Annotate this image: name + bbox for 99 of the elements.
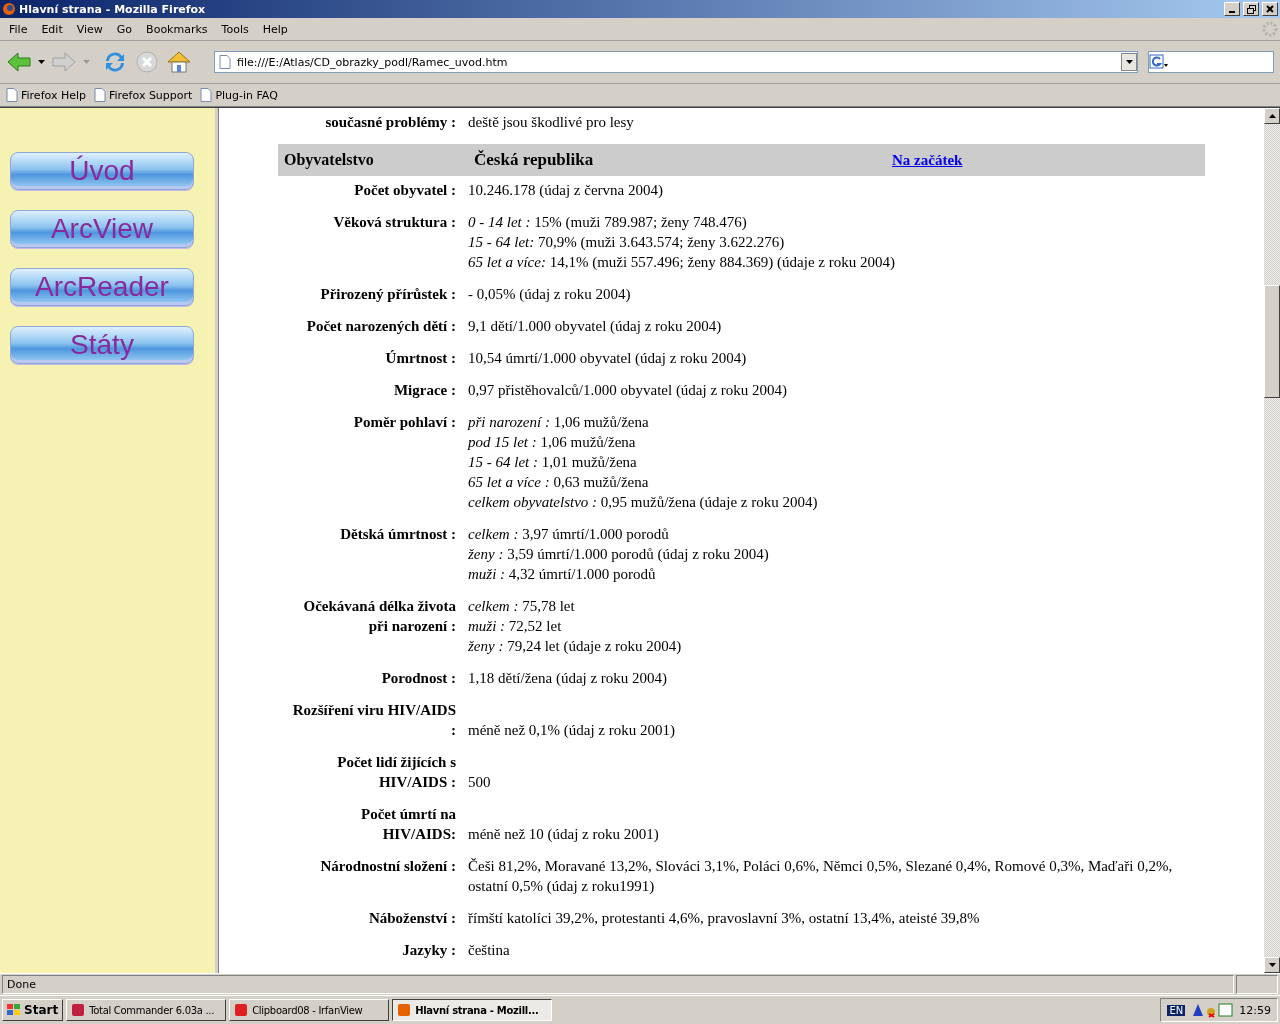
dropdown-button[interactable] [1121,53,1137,71]
field-value: 10.246.178 (údaj z června 2004) [468,181,664,200]
search-field[interactable] [1148,51,1274,73]
minimize-button[interactable] [1224,2,1240,16]
search-engine-icon[interactable] [1149,54,1169,70]
home-button[interactable] [166,50,192,74]
field-label: Jazyky : [401,941,456,960]
field-label: současné problémy : [324,113,456,132]
down-arrow-icon [1268,963,1276,967]
bookmark-link[interactable]: Firefox Support [94,88,193,102]
field-value: pod 15 let : 1,06 mužů/žena [468,433,637,452]
close-button[interactable] [1262,2,1278,16]
field-value: celkem : 75,78 let [468,597,576,616]
restore-button[interactable] [1243,2,1259,16]
field-value: ostatní 0,5% (údaj z roku1991) [468,877,656,896]
menu-item[interactable]: View [69,22,110,36]
menu-item[interactable]: Go [109,22,140,36]
restore-icon [1246,4,1256,14]
scroll-up-button[interactable] [1264,108,1280,124]
up-arrow-icon [1268,114,1276,118]
clock: 12:59 [1239,1003,1271,1017]
menu-item[interactable]: Bookmarks [139,22,215,36]
bookmark-link[interactable]: Firefox Help [6,88,86,102]
status-panel [1236,975,1278,994]
window-title: Hlavní strana - Mozilla Firefox [19,2,207,16]
bookmark-label[interactable]: Firefox Support [109,88,193,102]
app-icon [397,1003,412,1017]
start-button[interactable]: Start [2,999,64,1021]
back-to-top-link[interactable]: Na začátek [892,151,963,168]
field-label: Náboženství : [367,909,456,928]
field-label: Věková struktura : [332,213,456,232]
language-indicator[interactable]: EN [1167,1004,1186,1016]
field-label: Národnostní složení : [319,857,456,876]
field-value: 15 - 64 let: 70,9% (muži 3.643.574; ženy 3.622.276) [468,233,786,252]
menu-item[interactable]: File [2,22,35,36]
field-value: 65 let a více: 14,1% (muži 557.496; ženy 884.369) (údaje z roku 2004) [468,253,896,272]
page-icon [94,88,106,102]
field-label: Přirozený přírůstek : [319,285,456,304]
bookmark-label[interactable]: Plug-in FAQ [215,88,278,102]
field-label: Počet úmrtí na HIV/AIDS: [360,805,456,844]
field-value: Češi 81,2%, Moravané 13,2%, Slováci 3,1%, Poláci 0,6%, Němci 0,5%, Slezané 0,4%, Romové 0,3%, Maďaři 0,2%, [468,857,1174,876]
field-label: Migrace : [392,381,456,400]
field-value: méně než 0,1% (údaj z roku 2001) [468,721,676,740]
field-label: Rozšíření viru HIV/AIDS : [291,701,456,740]
field-label: Dětská úmrtnost : [339,525,456,544]
page-icon [219,55,231,69]
field-value: 500 [468,773,492,792]
field-label: Počet obyvatel : [353,181,456,200]
tray-icons-drawing[interactable] [1191,1002,1234,1018]
taskbar-button[interactable]: Total Commander 6.03a ... [66,999,227,1021]
scrollbar[interactable] [1264,108,1280,973]
section-title: Obyvatelstvo [284,151,375,169]
back-button[interactable] [6,51,32,73]
field-value: deště jsou škodlivé pro lesy [468,113,635,132]
field-value: čeština [468,941,511,960]
address-field[interactable]: file:///E:/Atlas/CD_obrazky_podl/Ramec_uvod.htm [214,51,1138,73]
field-value: celkem obyvatelstvo : 0,95 mužů/žena (údaje z roku 2004) [468,493,819,512]
field-value: celkem : 3,97 úmrtí/1.000 porodů [468,525,670,544]
windows-logo-icon [7,1004,21,1016]
dropdown-icon[interactable] [38,60,45,64]
bookmark-label[interactable]: Firefox Help [21,88,86,102]
field-value: 1,18 dětí/žena (údaj z roku 2004) [468,669,669,688]
menu-item[interactable]: Help [255,22,295,36]
field-value: - 0,05% (údaj z roku 2004) [468,285,632,304]
taskbar-button[interactable]: Clipboard08 - IrfanView [229,999,390,1021]
field-label: Porodnost : [380,669,456,688]
country-name: Česká republika [474,150,595,170]
field-value: muži : 4,32 úmrtí/1.000 porodů [468,565,657,584]
field-value: při narození : 1,06 mužů/žena [468,413,650,432]
field-value: 15 - 64 let : 1,01 mužů/žena [468,453,638,472]
field-value: římští katolíci 39,2%, protestanti 4,6%, pravoslavní 3%, ostatní 13,4%, ateisté 39,8% [468,909,981,928]
field-value: 0 - 14 let : 15% (muži 789.987; ženy 748.476) [468,213,748,232]
field-value: 0,97 přistěhovalců/1.000 obyvatel (údaj z roku 2004) [468,381,789,400]
page-icon [6,88,18,102]
field-label: Očekávaná délka života při narození : [302,597,456,636]
status-text: Done [2,975,1234,994]
taskbar-button[interactable]: Hlavní strana - Mozill... [392,999,553,1021]
scroll-thumb[interactable] [1264,285,1280,398]
bookmark-link[interactable]: Plug-in FAQ [200,88,278,102]
close-icon [1266,5,1274,13]
scroll-down-button[interactable] [1264,957,1280,973]
field-label: Úmrtnost : [384,349,456,368]
field-value: muži : 72,52 let [468,617,563,636]
field-value: méně než 10 (údaj z roku 2001) [468,825,660,844]
field-value: ženy : 79,24 let (údaje z roku 2004) [468,637,683,656]
app-icon [71,1003,86,1017]
field-value: 10,54 úmrtí/1.000 obyvatel (údaj z roku 2004) [468,349,748,368]
field-label: Počet lidí žijících s HIV/AIDS : [336,753,456,792]
field-value: 65 let a více : 0,63 mužů/žena [468,473,650,492]
throbber-icon [1262,21,1278,37]
caret-icon [1125,60,1133,64]
page-icon [200,88,213,102]
field-value: ženy : 3,59 úmrtí/1.000 porodů (údaj z roku 2004) [468,545,770,564]
field-label: Počet narozených dětí : [305,317,456,336]
app-icon [234,1003,249,1017]
menu-item[interactable]: Tools [214,22,256,36]
field-label: Poměr pohlaví : [352,413,456,432]
menu-item[interactable]: Edit [34,22,70,36]
field-value: 9,1 dětí/1.000 obyvatel (údaj z roku 2004) [468,317,723,336]
